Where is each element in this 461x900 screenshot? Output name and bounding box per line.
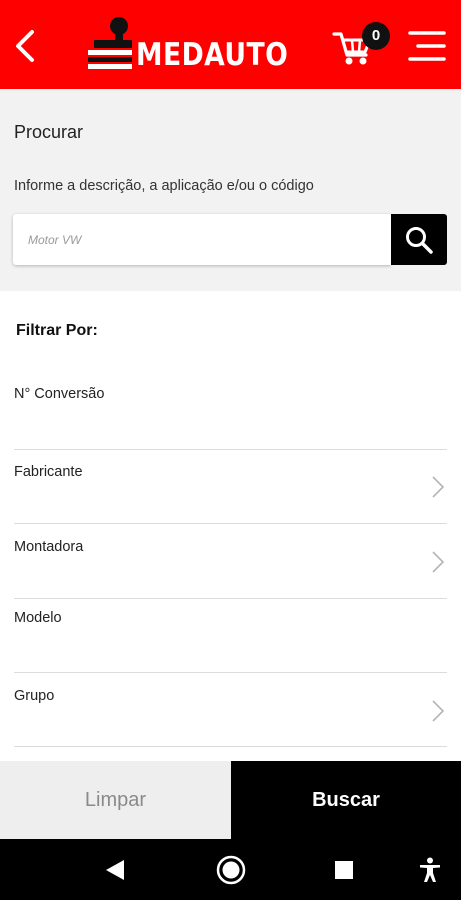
filter-item-modelo[interactable]: Modelo [14,599,447,673]
search-box [13,214,391,265]
filter-item-label: Grupo [14,688,55,704]
filter-title: Filtrar Por: [16,322,98,339]
home-circle-icon[interactable] [215,854,247,886]
filter-item-label: Montadora [14,539,84,555]
filter-item-conversao[interactable]: N° Conversão [14,376,447,450]
cart-count-badge: 0 [362,22,390,50]
filter-item-montadora[interactable]: Montadora [14,524,447,599]
logo-stamp-icon [88,17,132,69]
search-section: Procurar Informe a descrição, a aplicaçã… [0,89,461,291]
app-header: MEDAUTO 0 [0,0,461,89]
chevron-right-icon [432,700,445,722]
logo-text: MEDAUTO [136,37,289,73]
filter-item-label: Fabricante [14,464,83,480]
arrow-left-icon[interactable] [10,26,44,66]
search-button[interactable] [391,214,447,265]
action-bar: Limpar Buscar [0,761,461,839]
search-hint: Informe a descrição, a aplicação e/ou o … [14,178,314,194]
search-input[interactable] [13,214,391,265]
chevron-right-icon [432,476,445,498]
search-submit-button[interactable]: Buscar [231,761,461,839]
filter-item-fabricante[interactable]: Fabricante [14,450,447,524]
accessibility-icon[interactable] [419,857,441,883]
search-icon [406,227,433,254]
hamburger-menu-icon[interactable] [408,28,446,64]
search-title: Procurar [14,122,84,142]
back-triangle-icon[interactable] [104,859,126,881]
chevron-right-icon [432,551,445,573]
cart-button[interactable]: 0 [332,22,390,68]
recents-square-icon[interactable] [334,860,354,880]
brand-logo: MEDAUTO [86,16,289,74]
filter-item-label: Modelo [14,610,62,626]
filter-item-grupo[interactable]: Grupo [14,673,447,747]
filter-item-label: N° Conversão [14,386,105,402]
clear-button[interactable]: Limpar [0,761,231,839]
system-nav-bar [0,839,461,900]
